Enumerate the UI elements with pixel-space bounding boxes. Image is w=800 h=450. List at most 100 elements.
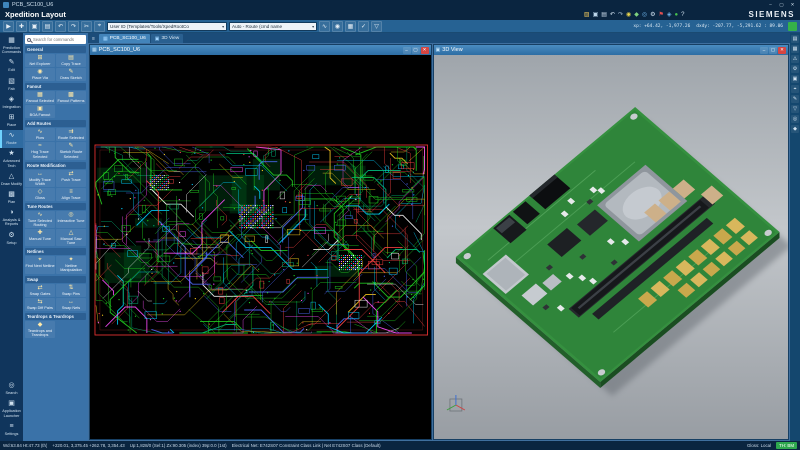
cmd-manual-tune[interactable]: ✚ Manual Tune bbox=[25, 229, 55, 247]
open-file-icon[interactable]: ▨ bbox=[584, 11, 590, 19]
close-button[interactable]: ✕ bbox=[420, 46, 429, 54]
search-panel-icon[interactable]: ◎ bbox=[791, 115, 799, 123]
cmd-push-trace[interactable]: ⇄ Push Trace bbox=[56, 169, 86, 187]
cmd-plow[interactable]: ∿ Plow bbox=[25, 128, 55, 142]
doc-tab-3d-view[interactable]: ▣ 3D View bbox=[150, 34, 184, 43]
cmd-sketch-route-selected[interactable]: ✎ Sketch Route Selected bbox=[56, 142, 86, 160]
route-mode-icon[interactable]: ∿ bbox=[319, 20, 330, 32]
globe-icon[interactable]: ◎ bbox=[642, 11, 647, 19]
cmd-interactive-tune[interactable]: ◎ Interactive Tune bbox=[56, 210, 86, 229]
close-button[interactable]: ✕ bbox=[788, 1, 797, 8]
origin-icon[interactable]: ⌖ bbox=[94, 20, 105, 32]
search-input[interactable] bbox=[33, 37, 84, 42]
cmd-swap-nets[interactable]: ↔ Swap Nets bbox=[56, 297, 86, 311]
editor-control-icon[interactable]: ⚙ bbox=[791, 65, 799, 73]
select-tool-icon[interactable]: ▶ bbox=[3, 20, 14, 32]
pin-panel-icon[interactable]: ◆ bbox=[791, 125, 799, 133]
info-icon[interactable]: ◈ bbox=[667, 11, 672, 19]
cmd-bga-fanout[interactable]: ▣ BGA Fanout bbox=[25, 105, 55, 119]
pad-entry-icon[interactable]: ◉ bbox=[332, 20, 343, 32]
help-icon[interactable]: ? bbox=[681, 11, 684, 19]
cmd-hug-trace-selected[interactable]: ≈ Hug Trace Selected bbox=[25, 142, 55, 160]
drc-check-icon[interactable]: ✓ bbox=[358, 20, 369, 32]
redo-icon[interactable]: ↷ bbox=[618, 11, 623, 19]
grid-toggle-icon[interactable]: ▦ bbox=[345, 20, 356, 32]
flag-icon[interactable]: ⚑ bbox=[659, 11, 664, 19]
cmd-swap-gates[interactable]: ⇄ Swap Gates bbox=[25, 283, 55, 297]
maximize-button[interactable]: ▢ bbox=[769, 46, 777, 54]
cmd-find-next-netline[interactable]: ⌖ Find Next Netline bbox=[25, 256, 55, 274]
layers-icon[interactable]: ▦ bbox=[791, 45, 799, 53]
navrail-item-prediction-commands[interactable]: ▦ Prediction Commands bbox=[0, 35, 23, 57]
sheet-icon[interactable]: ▤ bbox=[42, 20, 53, 32]
filter-icon[interactable]: ▽ bbox=[791, 105, 799, 113]
maximize-button[interactable]: ▢ bbox=[411, 46, 420, 54]
display-control-icon[interactable]: ▤ bbox=[791, 35, 799, 43]
cmd-align-trace[interactable]: ≡ Align Trace bbox=[56, 187, 86, 201]
mode-combobox[interactable]: Auto - Route (cmd name ▾ bbox=[229, 21, 317, 31]
print-icon[interactable]: ▤ bbox=[601, 11, 607, 19]
doc-tab-pcb-sc100-u6[interactable]: ▦ PCB_SC100_U6 bbox=[99, 34, 150, 43]
cmd-net-explorer[interactable]: ⊞ Net Explorer bbox=[25, 54, 55, 68]
navrail-item-route[interactable]: ∿ Route bbox=[0, 130, 23, 149]
navrail-item-search[interactable]: ◎ Search bbox=[0, 380, 23, 398]
section-header-swap[interactable]: Swap bbox=[25, 275, 86, 283]
section-header-netlines[interactable]: Netlines bbox=[25, 248, 86, 256]
section-header-route-modification[interactable]: Route Modification bbox=[25, 161, 86, 169]
navrail-item-advanced-tech[interactable]: ★ Advanced Tech bbox=[0, 148, 23, 170]
undo-icon[interactable]: ↶ bbox=[55, 20, 66, 32]
cut-icon[interactable]: ✂ bbox=[81, 20, 92, 32]
cmd-gloss[interactable]: ◇ Gloss bbox=[25, 187, 55, 201]
cmd-fanout-patterns[interactable]: ▩ Fanout Patterns bbox=[56, 91, 86, 105]
minimize-button[interactable]: – bbox=[766, 1, 775, 8]
gear-icon[interactable]: ⚙ bbox=[650, 11, 655, 19]
navrail-item-integration[interactable]: ◈ Integration bbox=[0, 94, 23, 112]
pcb-2d-canvas[interactable] bbox=[90, 55, 431, 439]
close-button[interactable]: ✕ bbox=[778, 46, 786, 54]
cmd-route-selected[interactable]: ⇉ Route Selected bbox=[56, 128, 86, 142]
navrail-item-fab[interactable]: ▧ Fab bbox=[0, 76, 23, 94]
cmd-fanout-selected[interactable]: ▦ Fanout Selected bbox=[25, 91, 55, 105]
cmd-draw-sketch[interactable]: ✎ Draw Sketch bbox=[56, 68, 86, 82]
cmd-place-via[interactable]: ◉ Place Via bbox=[25, 68, 55, 82]
cmd-swap-diff-pairs[interactable]: ⇆ Swap Diff Pairs bbox=[25, 297, 55, 311]
pcb-3d-canvas[interactable] bbox=[433, 55, 788, 439]
command-searchbox[interactable] bbox=[25, 35, 86, 44]
tabstrip-menu-icon[interactable]: ≡ bbox=[89, 34, 98, 43]
navrail-item-place[interactable]: ⊞ Place bbox=[0, 112, 23, 130]
cmd-manual-saw-tune[interactable]: △ Manual Saw Tune bbox=[56, 229, 86, 247]
cmd-copy-trace[interactable]: ▤ Copy Trace bbox=[56, 54, 86, 68]
view-3d-icon[interactable]: ▣ bbox=[791, 75, 799, 83]
measure-icon[interactable]: ⌖ bbox=[791, 85, 799, 93]
save-icon[interactable]: ▣ bbox=[29, 20, 40, 32]
lock-icon[interactable]: ◉ bbox=[626, 11, 631, 19]
redo-icon[interactable]: ↷ bbox=[68, 20, 79, 32]
status-dot-icon[interactable]: ● bbox=[675, 11, 679, 19]
notes-icon[interactable]: ✎ bbox=[791, 95, 799, 103]
maximize-button[interactable]: ▢ bbox=[777, 1, 786, 8]
minimize-button[interactable]: – bbox=[760, 46, 768, 54]
protect-icon[interactable]: ◆ bbox=[634, 11, 639, 19]
section-header-tune-routes[interactable]: Tune Routes bbox=[25, 202, 86, 210]
cmd-swap-pins[interactable]: ⇅ Swap Pins bbox=[56, 283, 86, 297]
section-header-general[interactable]: General bbox=[25, 46, 86, 53]
cmd-netline-manipulation[interactable]: ✦ Netline Manipulation bbox=[56, 256, 86, 274]
navrail-item-edit[interactable]: ✎ Edit bbox=[0, 57, 23, 75]
save-icon[interactable]: ▣ bbox=[593, 11, 599, 19]
navrail-item-setup[interactable]: ⚙ Setup bbox=[0, 230, 23, 248]
filter-icon[interactable]: ▽ bbox=[371, 20, 382, 32]
navrail-item-application-launcher[interactable]: ▣ Application Launcher bbox=[0, 398, 23, 420]
cmd-modify-trace-width[interactable]: ↔ Modify Trace Width bbox=[25, 169, 55, 187]
navrail-item-analysis-reports[interactable]: ◑ Analysis & Reports bbox=[0, 207, 23, 229]
minimize-button[interactable]: – bbox=[402, 46, 411, 54]
section-header-add-routes[interactable]: Add Routes bbox=[25, 120, 86, 128]
navrail-item-draw-modify[interactable]: △ Draw Modify bbox=[0, 171, 23, 189]
section-header-teardrops-teardrops[interactable]: Teardrops & Teardrops bbox=[25, 312, 86, 320]
hazards-icon[interactable]: ⚠ bbox=[791, 55, 799, 63]
section-header-fanout[interactable]: Fanout bbox=[25, 83, 86, 91]
scheme-combobox[interactable]: User ID (Templates/Tools/XpedRootCo ▾ bbox=[107, 21, 227, 31]
view-3d-window-titlebar[interactable]: ▣ 3D View – ▢ ✕ bbox=[433, 45, 788, 55]
undo-icon[interactable]: ↶ bbox=[610, 11, 615, 19]
add-item-icon[interactable]: ✚ bbox=[16, 20, 27, 32]
cmd-tune-selected-routing[interactable]: ∿ Tune Selected Routing bbox=[25, 210, 55, 229]
